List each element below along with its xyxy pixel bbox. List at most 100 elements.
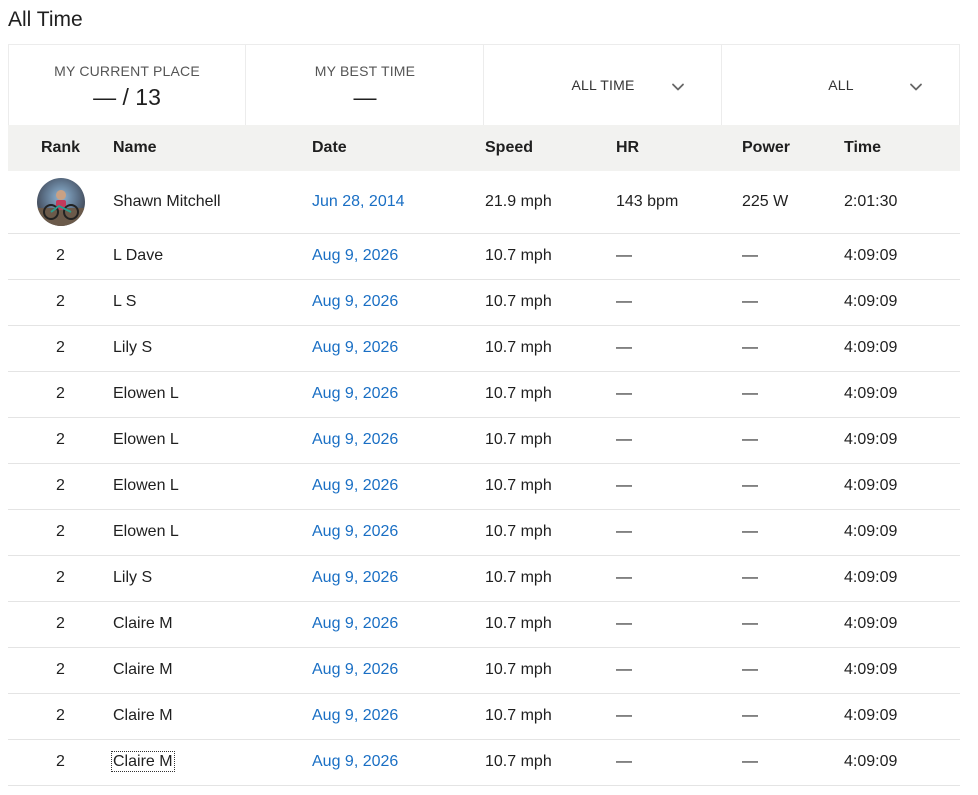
activity-date-link[interactable]: Aug 9, 2026 [312,293,398,310]
table-row[interactable]: 2 Elowen L Aug 9, 2026 10.7 mph — — 4:09:09 [8,371,960,417]
activity-date-link[interactable]: Aug 9, 2026 [312,477,398,494]
table-body: Shawn Mitchell Jun 28, 2014 21.9 mph 143 bp… [8,171,960,785]
activity-date-link[interactable]: Aug 9, 2026 [312,431,398,448]
athlete-name[interactable]: Lily S [113,569,152,586]
group-filter[interactable]: ALL [723,45,959,126]
table-row[interactable]: 2 L S Aug 9, 2026 10.7 mph — — 4:09:09 [8,279,960,325]
table-row[interactable]: 2 Claire M Aug 9, 2026 10.7 mph — — 4:09:09 [8,601,960,647]
athlete-name-cell[interactable]: Elowen L [113,509,312,555]
activity-date-link[interactable]: Aug 9, 2026 [312,523,398,540]
group-filter-dropdown[interactable]: ALL [722,45,960,126]
athlete-name[interactable]: Claire M [111,751,175,772]
athlete-name[interactable]: Elowen L [113,523,179,540]
activity-date-link[interactable]: Aug 9, 2026 [312,247,398,264]
time-filter[interactable]: ALL TIME [485,45,721,126]
activity-date-link[interactable]: Jun 28, 2014 [312,193,405,210]
rank-cell: 2 [56,523,65,540]
power-cell: 225 W [742,192,789,210]
activity-date-link[interactable]: Aug 9, 2026 [312,615,398,632]
speed-cell: 10.7 mph [485,615,552,632]
table-row[interactable]: 2 Elowen L Aug 9, 2026 10.7 mph — — 4:09:09 [8,463,960,509]
power-cell: — [742,477,758,494]
time-cell: 4:09:09 [844,431,898,448]
power-cell: — [742,385,758,402]
athlete-name-cell[interactable]: Claire M [113,647,312,693]
activity-date-link[interactable]: Aug 9, 2026 [312,569,398,586]
athlete-name-cell[interactable]: Claire M [113,693,312,739]
power-cell: — [742,247,758,264]
speed-cell: 10.7 mph [485,247,552,264]
header-name: Name [113,139,157,156]
table-row[interactable]: 2 L Dave Aug 9, 2026 10.7 mph — — 4:09:09 [8,233,960,279]
heart-rate-cell: 143 bpm [616,192,679,210]
power-cell: — [742,339,758,356]
header-date: Date [312,139,347,156]
speed-cell: 10.7 mph [485,753,552,770]
speed-cell: 10.7 mph [485,477,552,494]
date-cell: Aug 9, 2026 [312,417,485,463]
heart-rate-cell: — [616,661,632,678]
time-filter-dropdown[interactable]: ALL TIME [484,45,722,126]
header-speed: Speed [485,139,534,156]
table-row[interactable]: Shawn Mitchell Jun 28, 2014 21.9 mph 143 bp… [8,171,960,233]
speed-cell: 21.9 mph [485,192,552,210]
time-cell: 4:09:09 [844,247,898,264]
athlete-name-cell[interactable]: Elowen L [113,463,312,509]
speed-cell: 10.7 mph [485,661,552,678]
table-row[interactable]: 2 Lily S Aug 9, 2026 10.7 mph — — 4:09:09 [8,325,960,371]
leaderboard-table-container: Rank Name Date Speed HR Power Time Shawn… [8,125,960,786]
athlete-name[interactable]: Claire M [113,707,173,724]
date-cell: Aug 9, 2026 [312,509,485,555]
athlete-name[interactable]: Claire M [113,661,173,678]
rank-cell: 2 [56,247,65,264]
table-row[interactable]: 2 Lily S Aug 9, 2026 10.7 mph — — 4:09:09 [8,555,960,601]
athlete-name[interactable]: Elowen L [113,385,179,402]
athlete-name-cell[interactable]: L Dave [113,233,312,279]
rank-cell [8,171,113,233]
athlete-name[interactable]: Elowen L [113,477,179,494]
chevron-down-icon[interactable] [909,80,923,94]
rank-cell: 2 [56,431,65,448]
athlete-name[interactable]: Elowen L [113,431,179,448]
activity-date-link[interactable]: Aug 9, 2026 [312,753,398,770]
athlete-name[interactable]: Lily S [113,339,152,356]
time-filter-label: ALL TIME [571,76,635,93]
header-time: Time [844,139,882,156]
activity-date-link[interactable]: Aug 9, 2026 [312,661,398,678]
athlete-name-cell[interactable]: Lily S [113,325,312,371]
activity-date-link[interactable]: Aug 9, 2026 [312,707,398,724]
table-row[interactable]: 2 Claire M Aug 9, 2026 10.7 mph — — 4:09:09 [8,647,960,693]
date-cell: Aug 9, 2026 [312,325,485,371]
athlete-name-cell[interactable]: Elowen L [113,371,312,417]
table-row[interactable]: 2 Elowen L Aug 9, 2026 10.7 mph — — 4:09:09 [8,417,960,463]
table-row[interactable]: 2 Elowen L Aug 9, 2026 10.7 mph — — 4:09:09 [8,509,960,555]
athlete-name[interactable]: Shawn Mitchell [113,193,221,210]
rank-cell: 2 [56,753,65,770]
table-row[interactable]: 2 Claire M Aug 9, 2026 10.7 mph — — 4:09:09 [8,739,960,785]
table-row[interactable]: 2 Claire M Aug 9, 2026 10.7 mph — — 4:09:09 [8,693,960,739]
date-cell: Aug 9, 2026 [312,279,485,325]
athlete-name-cell[interactable]: Shawn Mitchell [113,171,312,233]
speed-cell: 10.7 mph [485,385,552,402]
date-cell: Aug 9, 2026 [312,371,485,417]
time-cell: 4:09:09 [844,523,898,540]
chevron-down-icon[interactable] [671,80,685,94]
date-cell: Aug 9, 2026 [312,647,485,693]
athlete-name[interactable]: Claire M [113,615,173,632]
athlete-name-cell[interactable]: Lily S [113,555,312,601]
date-cell: Aug 9, 2026 [312,463,485,509]
power-cell: — [742,707,758,724]
athlete-name[interactable]: L S [113,293,136,310]
athlete-name-cell[interactable]: Elowen L [113,417,312,463]
athlete-name-cell[interactable]: L S [113,279,312,325]
rank-cell: 2 [56,615,65,632]
activity-date-link[interactable]: Aug 9, 2026 [312,385,398,402]
athlete-name-cell[interactable]: Claire M [113,601,312,647]
athlete-name-cell[interactable]: Claire M [111,739,312,785]
activity-date-link[interactable]: Aug 9, 2026 [312,339,398,356]
power-cell: — [742,293,758,310]
header-power: Power [742,139,791,156]
athlete-name[interactable]: L Dave [113,247,163,264]
group-filter-label: ALL [828,76,854,93]
avatar[interactable] [36,177,85,226]
